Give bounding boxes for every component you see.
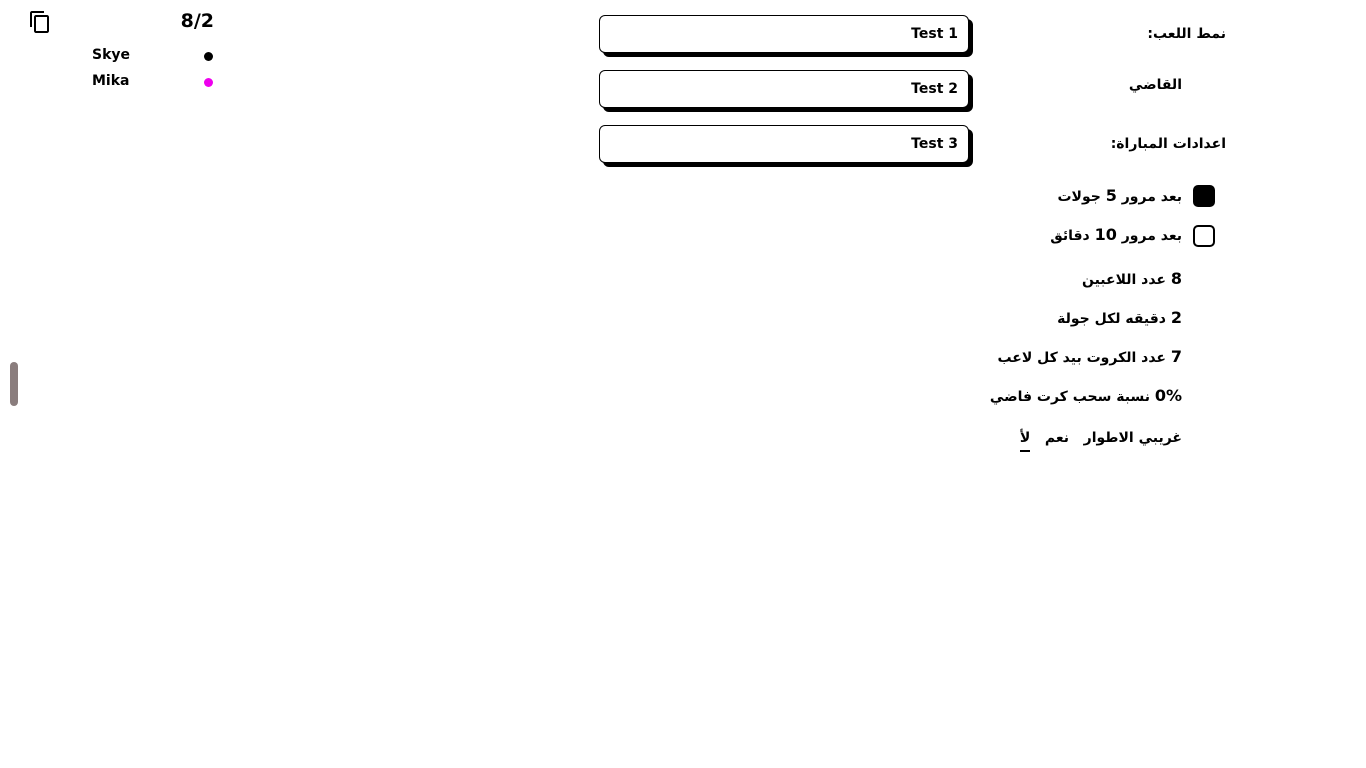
weird-mode-yes[interactable]: نعم (1045, 430, 1069, 446)
minutes-per-round-value[interactable]: 2 (1171, 308, 1182, 327)
end-after-minutes-label: بعد مرور 10 دقائق (1050, 225, 1182, 244)
option-button-3[interactable]: Test 3 (599, 125, 969, 163)
minutes-suffix: دقائق (1050, 228, 1090, 244)
option-label: Test 1 (911, 26, 958, 42)
end-after-rounds-label: بعد مرور 5 جولات (1057, 186, 1182, 205)
end-after-minutes-checkbox[interactable] (1193, 225, 1215, 247)
scrollbar-thumb[interactable] (10, 362, 18, 406)
player-name: Skye (92, 47, 131, 63)
minutes-per-round-label: دقيقه لكل جولة (1057, 311, 1166, 327)
blank-card-ratio-label: نسبة سحب كرت فاضي (989, 389, 1150, 405)
end-after-rounds-checkbox[interactable] (1193, 185, 1215, 207)
option-button-1[interactable]: Test 1 (599, 15, 969, 53)
weird-mode-no[interactable]: لأ (1019, 430, 1031, 452)
option-label: Test 3 (911, 136, 958, 152)
judge-label: القاضي (1128, 77, 1182, 93)
players-count: 8/2 (180, 10, 214, 32)
option-label: Test 2 (911, 81, 958, 97)
player-row: Mika (80, 73, 215, 93)
rounds-suffix: جولات (1057, 189, 1101, 205)
blank-card-ratio-setting: 0% نسبة سحب كرت فاضي (990, 386, 1182, 405)
blank-card-ratio-value[interactable]: 0% (1155, 386, 1182, 405)
player-color-dot (204, 78, 213, 87)
rounds-value[interactable]: 5 (1106, 186, 1117, 205)
cards-per-player-setting: 7 عدد الكروت بيد كل لاعب (997, 347, 1182, 366)
option-button-2[interactable]: Test 2 (599, 70, 969, 108)
minutes-prefix: بعد مرور (1121, 228, 1182, 244)
minutes-per-round-setting: 2 دقيقه لكل جولة (1057, 308, 1182, 327)
players-number-value[interactable]: 8 (1171, 269, 1182, 288)
cards-per-player-label: عدد الكروت بيد كل لاعب (997, 350, 1166, 366)
players-number-label: عدد اللاعبين (1081, 272, 1166, 288)
rounds-prefix: بعد مرور (1121, 189, 1182, 205)
player-name: Mika (92, 73, 130, 89)
copy-icon[interactable] (28, 10, 52, 34)
game-mode-label: نمط اللعب: (1147, 26, 1226, 42)
player-color-dot (204, 52, 213, 61)
weird-mode-label: غريبي الاطوار (1083, 430, 1182, 446)
weird-mode-setting: غريبي الاطوار نعم لأ (1019, 430, 1182, 452)
match-settings-label: اعدادات المباراة: (1110, 136, 1226, 152)
minutes-value[interactable]: 10 (1095, 225, 1117, 244)
cards-per-player-value[interactable]: 7 (1171, 347, 1182, 366)
player-row: Skye (80, 47, 215, 67)
players-number-setting: 8 عدد اللاعبين (1082, 269, 1182, 288)
